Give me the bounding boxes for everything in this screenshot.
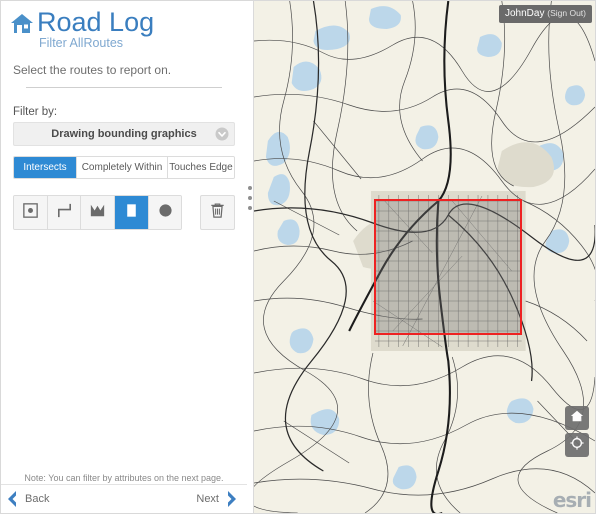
locate-button[interactable] — [565, 433, 589, 457]
instruction-text: Select the routes to report on. — [13, 63, 247, 77]
tab-completely-within[interactable]: Completely Within — [77, 157, 168, 178]
rectangle-icon — [122, 201, 141, 225]
grip-dot — [248, 186, 252, 190]
road-log-application: Road Log Filter AllRoutes Select the rou… — [0, 0, 596, 514]
grip-dot — [248, 206, 252, 210]
locate-icon — [570, 436, 584, 455]
selection-rectangle-graphic[interactable] — [374, 199, 522, 335]
filter-panel: Road Log Filter AllRoutes Select the rou… — [1, 1, 247, 513]
next-button[interactable]: Next — [192, 488, 241, 510]
drag-handle-dots-icon[interactable] — [248, 186, 252, 216]
footer-note: Note: You can filter by attributes on th… — [1, 473, 247, 483]
app-header: Road Log — [1, 1, 247, 37]
map-view[interactable]: JohnDay (Sign Out) esri — [254, 1, 595, 513]
back-label: Back — [25, 493, 49, 505]
chevron-down-circle-icon — [215, 127, 229, 141]
polygon-tool[interactable] — [81, 196, 115, 229]
esri-attribution: esri — [553, 488, 591, 512]
page-title: Road Log — [37, 7, 154, 37]
filter-by-label: Filter by: — [13, 106, 247, 118]
user-name: JohnDay — [505, 8, 544, 19]
rectangle-tool[interactable] — [115, 196, 149, 229]
user-account-button[interactable]: JohnDay (Sign Out) — [499, 5, 592, 23]
circle-tool[interactable] — [149, 196, 182, 229]
panel-map-divider[interactable] — [247, 1, 254, 513]
home-icon — [570, 409, 584, 428]
chevron-right-icon — [223, 488, 241, 510]
back-button[interactable]: Back — [3, 488, 53, 510]
draw-tool-group — [13, 195, 182, 230]
polygon-icon — [88, 201, 107, 225]
filter-by-select[interactable]: Drawing bounding graphics — [13, 122, 235, 146]
trash-icon — [208, 201, 227, 225]
tab-touches-edge[interactable]: Touches Edge — [168, 157, 234, 178]
clear-graphics-button[interactable] — [200, 195, 235, 230]
chevron-left-icon — [3, 488, 21, 510]
grip-dot — [248, 196, 252, 200]
point-tool[interactable] — [14, 196, 48, 229]
polyline-tool[interactable] — [48, 196, 82, 229]
sign-out-link[interactable]: (Sign Out) — [547, 8, 586, 18]
map-controls — [565, 406, 589, 457]
page-subtitle: Filter AllRoutes — [39, 35, 247, 51]
home-icon — [9, 11, 35, 37]
spatial-relationship-tabs: Intersects Completely Within Touches Edg… — [13, 156, 235, 179]
wizard-nav-bar: Back Next — [1, 484, 247, 513]
next-label: Next — [196, 493, 219, 505]
circle-icon — [156, 201, 175, 225]
home-extent-button[interactable] — [565, 406, 589, 430]
point-icon — [21, 201, 40, 225]
draw-tools-row — [13, 195, 235, 230]
polyline-icon — [55, 201, 74, 225]
divider-line — [26, 87, 222, 88]
filter-by-selected-value: Drawing bounding graphics — [51, 128, 196, 140]
tab-intersects[interactable]: Intersects — [14, 157, 77, 178]
